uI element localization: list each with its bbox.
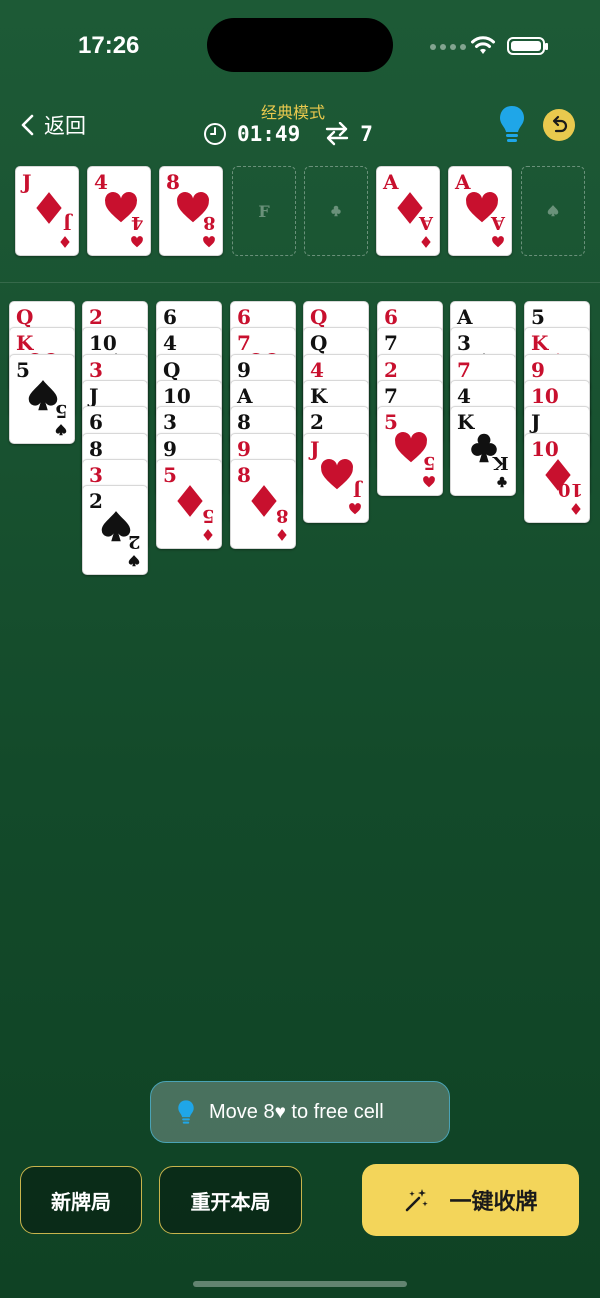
card-rank-inverted: 8 xyxy=(276,504,289,526)
restart-label: 重开本局 xyxy=(190,1191,271,1214)
card-rank-inverted: 8 xyxy=(203,212,216,233)
auto-collect-label: 一键收牌 xyxy=(449,1189,538,1214)
card-rank-inverted: 10 xyxy=(557,478,583,500)
card-k-of-clubs[interactable]: KK xyxy=(450,406,516,497)
status-time: 17:26 xyxy=(78,32,140,59)
heart-icon: ♥ xyxy=(274,1101,286,1123)
moves-icon xyxy=(326,122,349,146)
diamond-pip-icon xyxy=(203,528,213,541)
home-indicator xyxy=(193,1281,407,1287)
undo-icon xyxy=(552,115,568,133)
card-8-of-diamonds[interactable]: 88 xyxy=(230,458,296,549)
stats-row: 01:49 7 xyxy=(203,122,373,146)
card-8-of-hearts[interactable]: 88 xyxy=(159,166,223,256)
dynamic-island xyxy=(207,18,393,72)
card-rank-inverted: A xyxy=(419,212,433,233)
heart-pip-icon xyxy=(349,502,361,514)
hint-text: Move 8♥ to free cell xyxy=(209,1101,384,1124)
card-j-of-diamonds[interactable]: JJ xyxy=(15,166,79,256)
undo-button[interactable] xyxy=(543,109,575,141)
hint-bulb-small-icon xyxy=(178,1100,194,1124)
moves-value: 7 xyxy=(360,122,373,146)
heart-pip-icon xyxy=(203,236,215,248)
empty-free-cell[interactable]: F xyxy=(232,166,296,256)
hint-toast: Move 8♥ to free cell xyxy=(150,1081,450,1143)
heart-suit-icon xyxy=(321,458,353,489)
card-4-of-hearts[interactable]: 44 xyxy=(87,166,151,256)
hint-text-suffix: to free cell xyxy=(285,1100,384,1123)
spade-placeholder-icon xyxy=(547,205,559,217)
wifi-icon xyxy=(471,36,495,54)
hint-bulb-icon[interactable] xyxy=(498,104,526,144)
card-j-of-hearts[interactable]: JJ xyxy=(303,432,369,523)
new-game-button[interactable]: 新牌局 xyxy=(20,1166,142,1234)
free-cell-label: F xyxy=(258,201,270,221)
card-10-of-diamonds[interactable]: 10 10 xyxy=(524,432,590,523)
club-placeholder-icon xyxy=(331,205,341,217)
diamond-pip-icon xyxy=(60,236,70,248)
card-rank-inverted: 4 xyxy=(131,212,144,233)
divider xyxy=(0,282,600,283)
card-rank-inverted: J xyxy=(63,212,72,233)
card-2-of-spades[interactable]: 22 xyxy=(82,485,148,576)
card-rank-inverted: K xyxy=(493,452,509,474)
heart-pip-icon xyxy=(492,236,504,248)
diamond-pip-icon xyxy=(277,528,287,541)
card-5-of-hearts[interactable]: 55 xyxy=(377,406,443,497)
diamond-pip-icon xyxy=(571,502,581,515)
club-pip-icon xyxy=(497,476,507,488)
card-rank-inverted: 5 xyxy=(55,399,68,421)
diamond-pip-icon xyxy=(421,236,431,248)
card-a-of-hearts[interactable]: AA xyxy=(448,166,512,256)
new-game-label: 新牌局 xyxy=(51,1191,111,1214)
auto-collect-button[interactable]: 一键收牌 xyxy=(362,1164,579,1236)
card-rank-inverted: 2 xyxy=(128,531,141,553)
battery-icon xyxy=(507,37,548,55)
signal-icon xyxy=(430,44,466,50)
empty-foundation-clubs[interactable] xyxy=(304,166,368,256)
card-5-of-diamonds[interactable]: 55 xyxy=(156,458,222,549)
card-rank-inverted: 5 xyxy=(202,504,215,526)
card-5-of-spades[interactable]: 55 xyxy=(9,353,75,444)
clock-icon xyxy=(204,123,226,145)
card-a-of-diamonds[interactable]: AA xyxy=(376,166,440,256)
empty-foundation-spades[interactable] xyxy=(521,166,585,256)
magic-wand-icon xyxy=(406,1189,429,1212)
spade-pip-icon xyxy=(55,423,67,435)
spade-pip-icon xyxy=(128,555,140,567)
heart-pip-icon xyxy=(423,476,435,488)
heart-pip-icon xyxy=(131,236,143,248)
card-rank-inverted: J xyxy=(353,478,362,500)
card-rank-inverted: 5 xyxy=(423,452,436,474)
timer-value: 01:49 xyxy=(237,122,301,146)
hint-text-prefix: Move 8 xyxy=(209,1100,275,1123)
card-rank-inverted: A xyxy=(491,212,505,233)
restart-button[interactable]: 重开本局 xyxy=(159,1166,302,1234)
